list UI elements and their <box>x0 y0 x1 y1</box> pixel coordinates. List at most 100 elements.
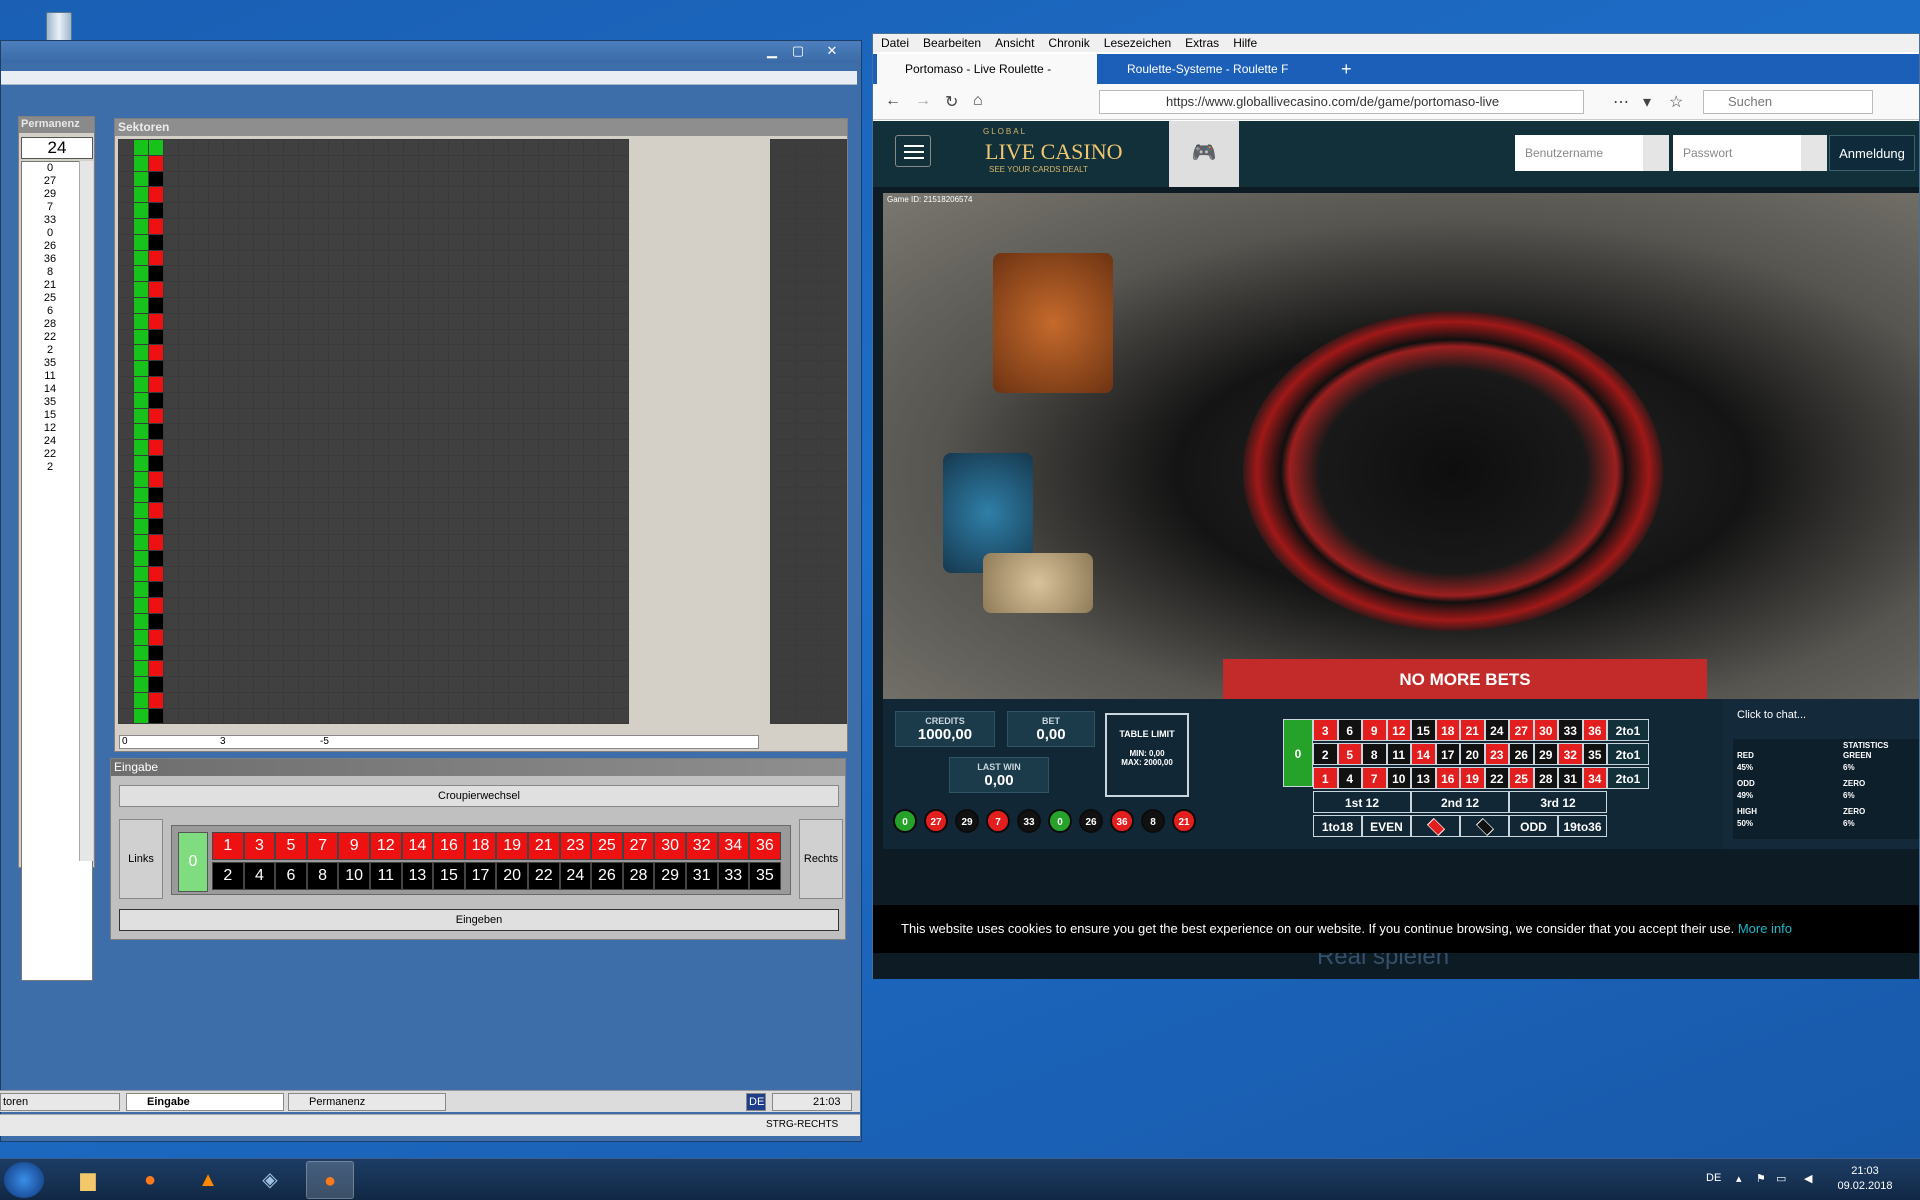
bet-column[interactable]: 2to1 <box>1607 719 1649 741</box>
permanenz-item[interactable]: 36 <box>22 253 78 266</box>
bet-red[interactable] <box>1411 815 1460 837</box>
bet-number[interactable]: 2 <box>1313 743 1338 765</box>
bet-number[interactable]: 18 <box>1435 719 1460 741</box>
search-input[interactable]: Suchen <box>1703 90 1873 114</box>
vm-task-permanenz[interactable]: Permanenz <box>288 1093 446 1111</box>
virtualbox-icon[interactable]: ◈ <box>246 1161 294 1199</box>
rechts-button[interactable]: Rechts <box>799 819 843 899</box>
permanenz-item[interactable]: 35 <box>22 357 78 370</box>
menu-item[interactable]: Hilfe <box>1233 34 1257 52</box>
permanenz-item[interactable]: 33 <box>22 214 78 227</box>
number-button[interactable]: 36 <box>749 832 781 860</box>
maximize-icon[interactable]: ▢ <box>787 44 809 60</box>
bet-odd[interactable]: ODD <box>1509 815 1558 837</box>
bet-column[interactable]: 2to1 <box>1607 743 1649 765</box>
eingeben-button[interactable]: Eingeben <box>119 909 839 931</box>
bet-number[interactable]: 6 <box>1337 719 1362 741</box>
number-button[interactable]: 23 <box>559 832 592 860</box>
username-field[interactable]: Benutzername <box>1515 135 1669 171</box>
menu-item[interactable]: Extras <box>1185 34 1219 52</box>
number-button[interactable]: 35 <box>749 862 781 890</box>
cookie-more-link[interactable]: More info <box>1738 921 1792 936</box>
bet-number[interactable]: 5 <box>1337 743 1362 765</box>
home-icon[interactable]: ⌂ <box>973 92 983 110</box>
chat-input[interactable]: Click to chat... <box>1737 709 1806 721</box>
number-button[interactable]: 8 <box>306 862 339 890</box>
bet-even[interactable]: EVEN <box>1362 815 1411 837</box>
permanenz-item[interactable]: 28 <box>22 318 78 331</box>
bet-number[interactable]: 32 <box>1558 743 1583 765</box>
pocket-icon[interactable]: ▾ <box>1643 92 1651 112</box>
permanenz-item[interactable]: 8 <box>22 266 78 279</box>
bet-number[interactable]: 8 <box>1362 743 1387 765</box>
bet-number[interactable]: 15 <box>1411 719 1436 741</box>
bet-2nd-12[interactable]: 2nd 12 <box>1411 791 1509 813</box>
number-button[interactable]: 24 <box>559 862 592 890</box>
bet-number[interactable]: 13 <box>1411 767 1436 789</box>
vm-lang-indicator[interactable]: DE <box>746 1093 766 1111</box>
permanenz-item[interactable]: 26 <box>22 240 78 253</box>
volume-icon[interactable]: ◀ <box>1804 1172 1812 1185</box>
number-button[interactable]: 19 <box>496 832 528 860</box>
number-button[interactable]: 4 <box>243 862 276 890</box>
number-button[interactable]: 12 <box>369 832 402 860</box>
permanenz-item[interactable]: 11 <box>22 370 78 383</box>
permanenz-item[interactable]: 7 <box>22 201 78 214</box>
number-button[interactable]: 32 <box>685 832 718 860</box>
zero-button[interactable]: 0 <box>178 832 208 892</box>
links-button[interactable]: Links <box>119 819 163 899</box>
menu-item[interactable]: Chronik <box>1048 34 1089 52</box>
number-button[interactable]: 17 <box>464 862 497 890</box>
bet-number[interactable]: 23 <box>1484 743 1509 765</box>
permanenz-item[interactable]: 0 <box>22 162 78 175</box>
language-indicator[interactable]: DE <box>1706 1172 1721 1184</box>
gamepad-icon[interactable]: 🎮 <box>1169 121 1239 187</box>
bet-black[interactable] <box>1460 815 1509 837</box>
bet-number[interactable]: 24 <box>1484 719 1509 741</box>
tray-expand-icon[interactable]: ▴ <box>1736 1172 1742 1185</box>
bet-3rd-12[interactable]: 3rd 12 <box>1509 791 1607 813</box>
bet-19to36[interactable]: 19to36 <box>1558 815 1607 837</box>
number-button[interactable]: 6 <box>275 862 307 890</box>
vm-task-eingabe[interactable]: Eingabe <box>126 1093 284 1111</box>
permanenz-item[interactable]: 2 <box>22 461 78 474</box>
permanenz-item[interactable]: 15 <box>22 409 78 422</box>
bet-number[interactable]: 3 <box>1313 719 1338 741</box>
bet-number[interactable]: 28 <box>1533 767 1558 789</box>
bet-1to18[interactable]: 1to18 <box>1313 815 1362 837</box>
permanenz-item[interactable]: 12 <box>22 422 78 435</box>
bet-1st-12[interactable]: 1st 12 <box>1313 791 1411 813</box>
menu-item[interactable]: Ansicht <box>995 34 1034 52</box>
vm-task-sektoren[interactable]: toren <box>0 1093 120 1111</box>
tab-portomaso[interactable]: Portomaso - Live Roulette - <box>877 54 1097 84</box>
number-button[interactable]: 7 <box>306 832 339 860</box>
url-bar[interactable]: https://www.globallivecasino.com/de/game… <box>1099 90 1584 114</box>
back-icon[interactable]: ← <box>885 92 901 110</box>
number-button[interactable]: 16 <box>433 832 465 860</box>
number-button[interactable]: 5 <box>275 832 307 860</box>
number-button[interactable]: 1 <box>212 832 244 860</box>
permanenz-item[interactable]: 21 <box>22 279 78 292</box>
number-button[interactable]: 30 <box>654 832 686 860</box>
firefox-active-icon[interactable]: ● <box>306 1161 354 1199</box>
number-button[interactable]: 9 <box>338 832 370 860</box>
bet-number[interactable]: 29 <box>1533 743 1558 765</box>
network-icon[interactable]: ▭ <box>1776 1172 1786 1185</box>
menu-item[interactable]: Datei <box>881 34 909 52</box>
number-button[interactable]: 3 <box>243 832 276 860</box>
number-button[interactable]: 11 <box>369 862 402 890</box>
number-button[interactable]: 22 <box>527 862 560 890</box>
hamburger-menu-icon[interactable] <box>895 135 931 167</box>
number-button[interactable]: 13 <box>401 862 434 890</box>
bet-number[interactable]: 35 <box>1582 743 1607 765</box>
number-button[interactable]: 27 <box>622 832 655 860</box>
permanenz-item[interactable]: 22 <box>22 331 78 344</box>
bet-number[interactable]: 11 <box>1386 743 1411 765</box>
flag-icon[interactable]: ⚑ <box>1756 1172 1766 1185</box>
password-field[interactable]: Passwort <box>1673 135 1827 171</box>
bet-number[interactable]: 26 <box>1509 743 1534 765</box>
login-button[interactable]: Anmeldung <box>1829 135 1915 171</box>
close-icon[interactable]: ✕ <box>821 44 843 60</box>
new-tab-icon[interactable]: + <box>1333 54 1363 84</box>
bet-number[interactable]: 25 <box>1509 767 1534 789</box>
